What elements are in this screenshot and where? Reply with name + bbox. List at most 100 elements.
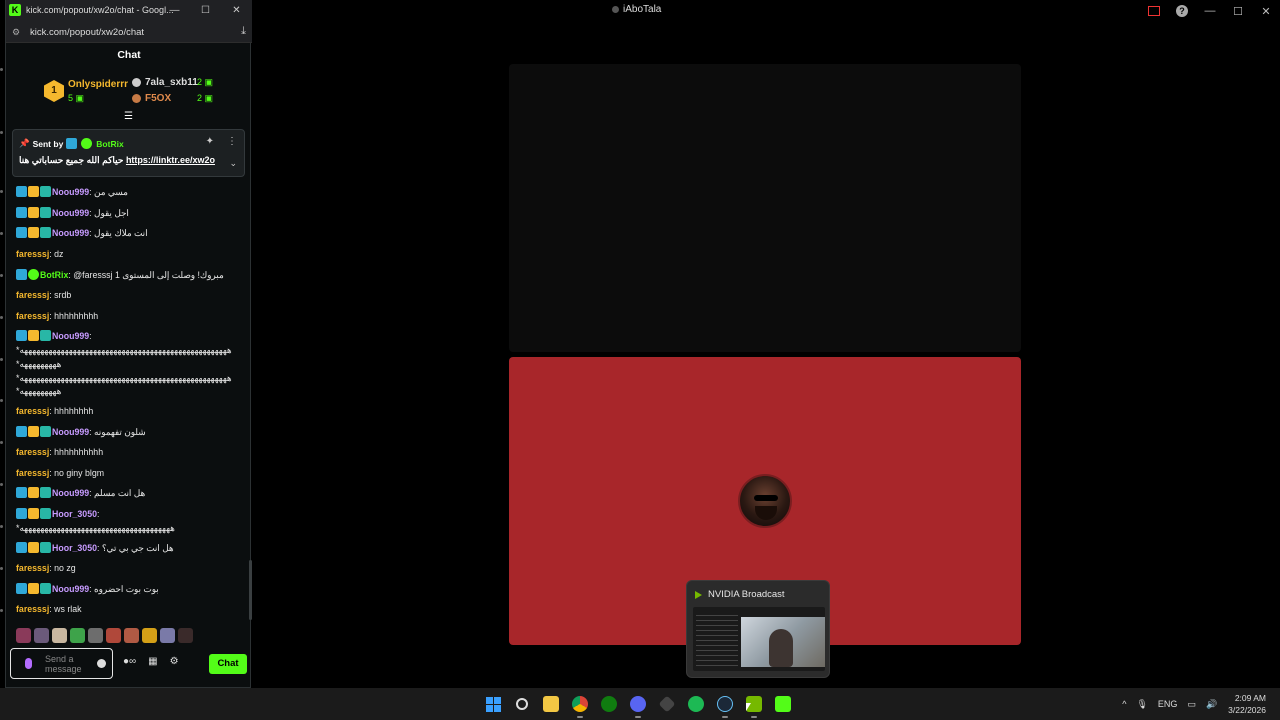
emote-icon[interactable] (160, 628, 175, 643)
leaderboard-first-name[interactable]: Onlyspiderrr (68, 79, 128, 90)
chat-message[interactable]: *هههههههههه (16, 385, 246, 399)
chat-message[interactable]: BotRix: @faresssj مبروك! وصلت إلى المستو… (16, 269, 246, 283)
unity-icon[interactable] (656, 692, 678, 716)
message-username[interactable]: Noou999 (52, 488, 89, 498)
leaderboard-second[interactable]: 7ala_sxb11 (132, 77, 198, 88)
chat-message[interactable]: faresssj: srdb (16, 289, 246, 303)
start-button[interactable] (482, 692, 504, 716)
download-icon[interactable]: ⤓ (241, 25, 246, 38)
message-username[interactable]: faresssj (16, 249, 49, 259)
chat-message[interactable]: faresssj: dz (16, 248, 246, 262)
message-username[interactable]: Hoor_3050 (52, 543, 97, 553)
language-indicator[interactable]: ENG (1158, 699, 1178, 709)
emote-icon[interactable] (124, 628, 139, 643)
maximize-button[interactable]: ☐ (1224, 0, 1252, 22)
message-username[interactable]: faresssj (16, 447, 49, 457)
screen-share-icon[interactable] (1148, 6, 1160, 16)
chat-message[interactable]: Noou999: هل انت مسلم (16, 487, 246, 501)
unpin-icon[interactable]: ✦ (206, 136, 214, 147)
nvidia-thumbnail[interactable] (693, 607, 825, 671)
pinned-link[interactable]: https://linktr.ee/xw2o (126, 155, 215, 165)
message-username[interactable]: faresssj (16, 406, 49, 416)
pinned-sender-name[interactable]: BotRix (96, 139, 123, 149)
chat-message[interactable]: faresssj: hhhhhhhhhh (16, 446, 246, 460)
pinned-message[interactable]: 📌 Sent by BotRix حياكم الله جميع حساباتي… (12, 129, 245, 177)
steam-icon[interactable] (714, 692, 736, 718)
chat-message[interactable]: faresssj: hhhhhhhh (16, 405, 246, 419)
emote-icon[interactable] (52, 628, 67, 643)
url-text[interactable]: kick.com/popout/xw2o/chat (30, 27, 144, 38)
message-username[interactable]: faresssj (16, 290, 49, 300)
chat-message[interactable]: Noou999: شلون تفهمونه (16, 426, 246, 440)
message-username[interactable]: Noou999 (52, 187, 89, 197)
message-username[interactable]: Noou999 (52, 427, 89, 437)
clock[interactable]: 2:09 AM 3/22/2026 (1228, 692, 1266, 716)
message-username[interactable]: faresssj (16, 311, 49, 321)
chat-message[interactable]: Noou999: انت ملاك يقول (16, 227, 246, 241)
minimize-button[interactable]: — (1196, 0, 1224, 22)
chat-message[interactable]: Noou999: اجل يقول (16, 207, 246, 221)
chat-message[interactable]: Hoor_3050: (16, 508, 246, 522)
browser-close-button[interactable]: ✕ (221, 0, 252, 21)
chat-message[interactable]: *ههههههههههههههههههههههههههههههههههههههه… (16, 344, 246, 358)
store-icon[interactable]: ▦ (148, 656, 157, 667)
message-username[interactable]: Hoor_3050 (52, 509, 97, 519)
browser-minimize-button[interactable]: — (159, 0, 190, 21)
kick-app-icon[interactable] (772, 692, 794, 716)
browser-maximize-button[interactable]: ☐ (190, 0, 221, 21)
chat-message[interactable]: faresssj: no zg (16, 562, 246, 576)
help-icon[interactable]: ? (1176, 5, 1188, 17)
emote-icon[interactable] (34, 628, 49, 643)
chat-message[interactable]: *ههههههههههههههههههههههههههههههههههههههه… (16, 372, 246, 386)
emote-icon[interactable] (142, 628, 157, 643)
chat-message[interactable]: Hoor_3050: هل انت جي بي تي؟ (16, 542, 246, 556)
message-username[interactable]: Noou999 (52, 331, 89, 341)
video-tile-empty[interactable] (509, 64, 1021, 352)
microphone-icon[interactable]: 🎙 (1136, 699, 1147, 710)
chat-scrollbar[interactable] (249, 560, 252, 620)
emote-icon[interactable] (178, 628, 193, 643)
message-username[interactable]: faresssj (16, 468, 49, 478)
chat-message[interactable]: *هههههههههههههههههههههههههههههههههههههه (16, 522, 246, 536)
site-info-icon[interactable]: ⚙ (12, 27, 22, 37)
send-chat-button[interactable]: Chat (209, 654, 247, 674)
message-username[interactable]: BotRix (40, 270, 68, 280)
message-input[interactable]: Send a message (10, 648, 113, 679)
emote-icon[interactable] (106, 628, 121, 643)
emote-icon[interactable] (16, 628, 31, 643)
chat-message[interactable]: faresssj: ws rlak (16, 603, 246, 617)
network-icon[interactable]: ▭ (1187, 699, 1196, 710)
emoji-icon[interactable] (97, 659, 106, 668)
chevron-down-icon[interactable]: ⌄ (229, 158, 237, 169)
message-username[interactable]: Noou999 (52, 228, 89, 238)
xbox-icon[interactable] (598, 692, 620, 716)
emote-icon[interactable] (70, 628, 85, 643)
leaderboard-third[interactable]: F5OX (132, 93, 171, 104)
chat-message[interactable]: Noou999: (16, 330, 246, 344)
emote-icon[interactable] (88, 628, 103, 643)
volume-icon[interactable]: 🔊 (1206, 699, 1217, 710)
more-options-icon[interactable]: ⋮ (227, 136, 237, 147)
tray-overflow-icon[interactable]: ^ (1122, 699, 1126, 709)
file-explorer-icon[interactable] (540, 692, 562, 716)
address-bar[interactable]: ⚙ kick.com/popout/xw2o/chat ⤓ (6, 21, 252, 43)
search-icon[interactable] (511, 692, 533, 716)
message-username[interactable]: faresssj (16, 604, 49, 614)
kicks-icon[interactable]: ●∞ (123, 656, 136, 667)
discord-icon[interactable] (627, 692, 649, 718)
chat-message[interactable]: *هههههههههه (16, 358, 246, 372)
filter-icon[interactable]: ☰ (123, 111, 134, 122)
message-username[interactable]: Noou999 (52, 584, 89, 594)
chrome-icon[interactable] (569, 692, 591, 718)
chat-message[interactable]: faresssj: hhhhhhhhh (16, 310, 246, 324)
mic-icon[interactable] (25, 658, 32, 669)
spotify-icon[interactable] (685, 692, 707, 716)
chat-message[interactable]: Noou999: بوت بوت احضروه (16, 583, 246, 597)
close-button[interactable]: ✕ (1252, 0, 1280, 22)
message-username[interactable]: faresssj (16, 563, 49, 573)
settings-gear-icon[interactable]: ⚙ (170, 656, 179, 667)
chat-message[interactable]: Noou999: مسي من (16, 186, 246, 200)
chat-message[interactable]: faresssj: no giny blgm (16, 467, 246, 481)
nvidia-broadcast-preview[interactable]: NVIDIA Broadcast (686, 580, 830, 678)
message-username[interactable]: Noou999 (52, 208, 89, 218)
